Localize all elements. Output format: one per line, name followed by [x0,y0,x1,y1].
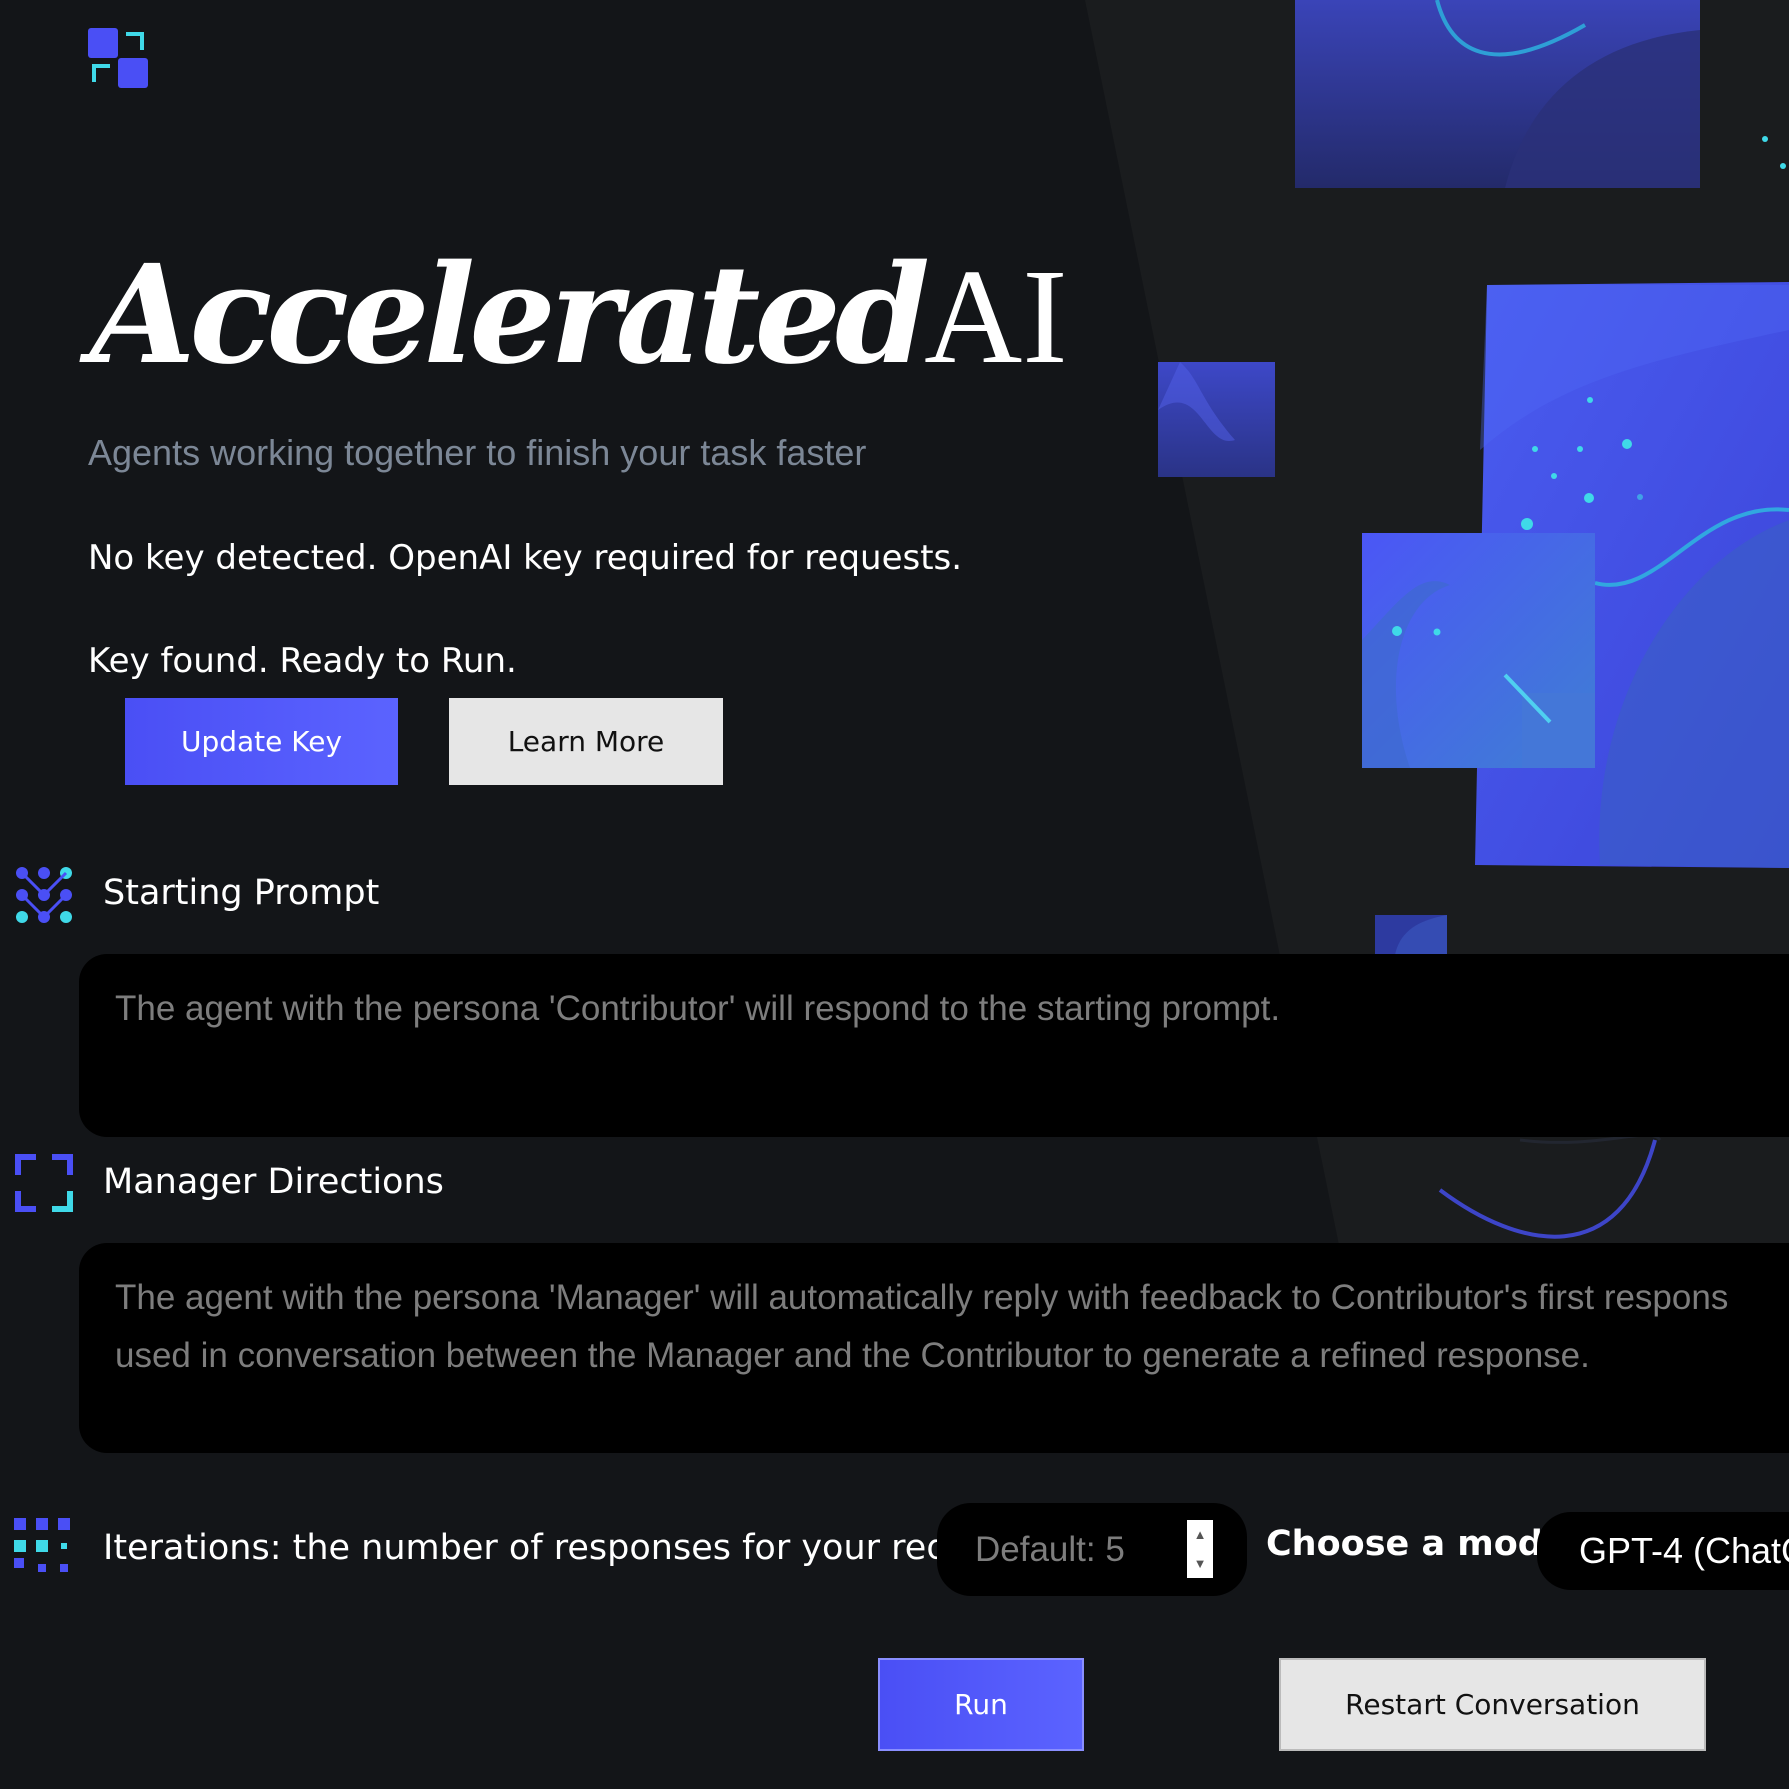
model-selected-value: GPT-4 (ChatGPT Plus) [1579,1530,1789,1571]
app-title-serif: AI [924,242,1068,392]
key-found-status: Key found. Ready to Run. [88,641,517,681]
learn-more-button[interactable]: Learn More [449,698,723,785]
restart-conversation-button[interactable]: Restart Conversation [1279,1658,1706,1751]
app-subtitle: Agents working together to finish your t… [88,432,867,473]
spin-down-icon[interactable]: ▼ [1194,1557,1207,1570]
node-grid-icon [16,867,72,923]
manager-directions-placeholder-line-1: The agent with the persona 'Manager' wil… [115,1278,1729,1317]
iterations-label: Iterations: the number of responses for … [103,1528,1025,1568]
starting-prompt-input[interactable] [79,954,1789,1137]
manager-directions-placeholder-line-2: used in conversation between the Manager… [115,1336,1590,1375]
app-logo-icon [88,28,148,88]
spin-up-icon[interactable]: ▲ [1194,1528,1207,1541]
update-key-button[interactable]: Update Key [125,698,398,785]
focus-frame-icon [15,1154,73,1212]
iterations-input[interactable] [973,1528,1177,1571]
starting-prompt-label: Starting Prompt [103,873,380,913]
manager-directions-input[interactable]: The agent with the persona 'Manager' wil… [79,1243,1789,1453]
manager-directions-label: Manager Directions [103,1162,444,1202]
iterations-stepper[interactable]: ▲ ▼ [937,1503,1247,1596]
iterations-spinner[interactable]: ▲ ▼ [1187,1520,1213,1578]
no-key-status: No key detected. OpenAI key required for… [88,538,963,578]
app-title-script: Accelerated [90,235,930,395]
run-button[interactable]: Run [878,1658,1084,1751]
model-select[interactable]: GPT-4 (ChatGPT Plus) [1537,1512,1789,1590]
dot-grid-icon [14,1518,70,1572]
app-title: AcceleratedAI [90,240,1068,392]
